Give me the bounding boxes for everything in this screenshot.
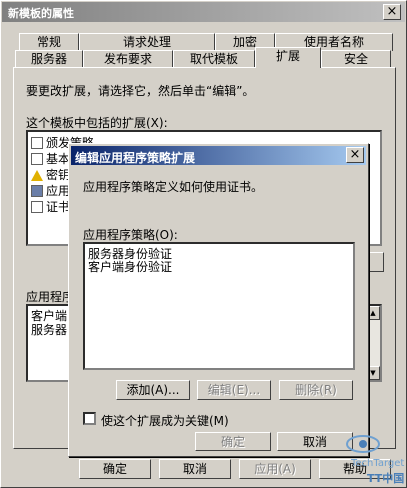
tab-request-handling[interactable]: 请求处理 [79,33,215,51]
dialog-cancel-button[interactable]: 取消 [277,432,353,451]
certificate-icon [31,201,43,213]
title-bar: 新模板的属性 × [2,2,405,22]
close-icon: × [349,147,361,162]
list-item[interactable]: 服务器身份验证 [88,245,172,261]
extensions-list-label: 这个模板中包括的扩展(X): [26,116,168,130]
remove-button[interactable]: 删除(R) [279,380,353,400]
window-title: 新模板的属性 [8,7,74,20]
certificate-icon [31,137,43,149]
critical-checkbox-label: 使这个扩展成为关键(M) [101,414,229,428]
certificate-icon [31,153,43,165]
instruction-text: 要更改扩展，请选择它，然后单击“编辑”。 [26,84,255,98]
tab-security[interactable]: 安全 [321,50,391,68]
edit-application-policies-dialog: 编辑应用程序策略扩展 × 应用程序策略定义如何使用证书。 应用程序策略(O): … [68,143,369,457]
techtarget-watermark: TechTarget TT中国 [346,435,404,485]
dialog-close-button[interactable]: × [346,147,364,163]
description-line: 服务器 [31,323,68,337]
tab-general[interactable]: 常规 [19,33,79,51]
dialog-title: 编辑应用程序策略扩展 [75,151,196,165]
list-item[interactable]: 证书 [31,198,70,214]
list-item[interactable]: 基本 [31,150,70,166]
close-icon: × [386,4,398,19]
tab-superseded-templates[interactable]: 取代模板 [173,50,255,68]
policies-list-label: 应用程序策略(O): [83,228,178,242]
tab-issuance-requirements[interactable]: 发布要求 [83,50,173,68]
list-item[interactable]: 密钥 [31,166,70,182]
edit-button[interactable]: 编辑(E)... [197,380,271,400]
dialog-ok-button[interactable]: 确定 [195,432,271,451]
warning-icon [31,170,43,181]
ok-button[interactable]: 确定 [79,459,151,479]
description-label: 应用程序 [26,290,75,304]
close-button[interactable]: × [383,4,401,20]
add-button[interactable]: 添加(A)... [116,380,190,400]
dialog-title-bar: 编辑应用程序策略扩展 × [71,146,366,165]
policies-list[interactable]: 服务器身份验证 客户端身份验证 [83,242,355,370]
list-item[interactable]: 客户端身份验证 [88,258,172,274]
apply-button[interactable]: 应用(A) [239,459,311,479]
watermark-text: TechTarget [350,458,404,469]
description-line: 客户端 [31,309,68,323]
tab-server[interactable]: 服务器 [15,50,83,68]
watermark-text-cn: TT中国 [367,471,404,485]
cancel-button[interactable]: 取消 [159,459,231,479]
certificate-icon [31,185,43,197]
tab-extensions[interactable]: 扩展 [255,47,321,68]
eye-pupil-icon [359,440,367,448]
dialog-description: 应用程序策略定义如何使用证书。 [83,180,264,194]
critical-checkbox[interactable] [83,412,96,425]
list-item[interactable]: 应用 [31,182,70,198]
